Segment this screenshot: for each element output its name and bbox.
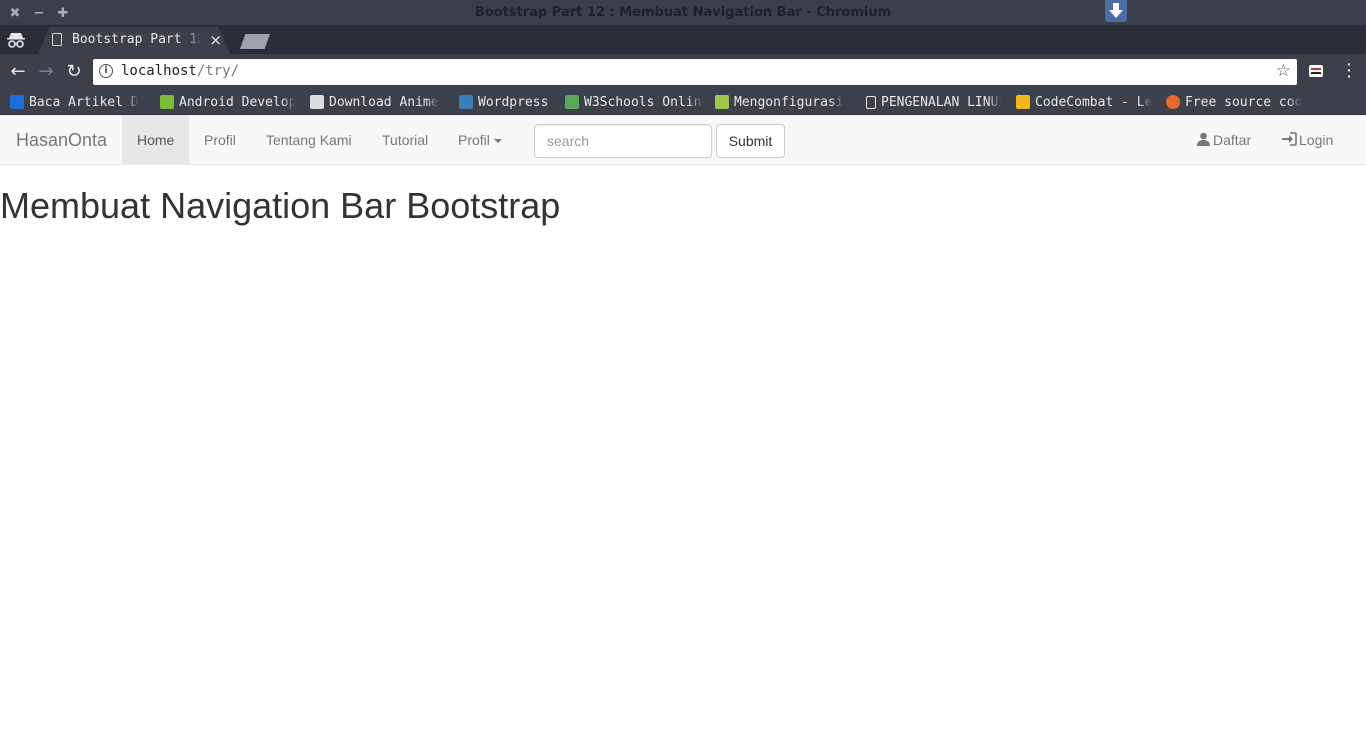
login-label: Login xyxy=(1299,132,1334,148)
bookmark-label: W3Schools Online xyxy=(584,94,703,110)
tab-title: Bootstrap Part 12 : Membuat Navigation B… xyxy=(72,32,202,47)
nav-item-profil-dropdown[interactable]: Profil xyxy=(443,115,517,165)
bookmark-item[interactable]: Wordpress xyxy=(459,92,555,112)
bookmark-wordpress-icon xyxy=(459,95,473,109)
bookmark-android-icon xyxy=(715,95,729,109)
bookmark-item[interactable]: W3Schools Online xyxy=(565,92,703,112)
nav-item-tutorial[interactable]: Tutorial xyxy=(367,115,443,165)
bookmark-tp-icon xyxy=(160,95,174,109)
download-icon[interactable] xyxy=(1105,0,1127,22)
bookmark-page-icon xyxy=(866,95,876,109)
caret-down-icon xyxy=(493,139,502,144)
bookmark-label: Download Anime xyxy=(329,94,439,110)
bookmarks-bar: Baca Artikel D Android Develop Download … xyxy=(0,90,1366,115)
bookmark-label: Wordpress xyxy=(478,94,549,110)
bookmark-mask-icon xyxy=(310,95,324,109)
nav-item-daftar[interactable]: Daftar xyxy=(1182,115,1266,165)
nav-item-home[interactable]: Home xyxy=(122,115,189,165)
bookmark-item[interactable]: CodeCombat - Learn xyxy=(1016,92,1152,112)
bookmark-item[interactable]: PENGENALAN LINUX xyxy=(866,92,1002,112)
bookmark-item[interactable]: Free source code xyxy=(1166,92,1302,112)
site-navbar: HasanOnta Home Profil Tentang Kami Tutor… xyxy=(0,115,1366,165)
page-favicon-icon xyxy=(52,33,62,46)
navbar-brand[interactable]: HasanOnta xyxy=(16,130,107,151)
search-input[interactable] xyxy=(534,124,712,158)
browser-toolbar: ← → ↻ i localhost/try/ ☆ ⋮ xyxy=(0,54,1366,90)
submit-button[interactable]: Submit xyxy=(716,124,785,158)
bookmark-label: Baca Artikel D xyxy=(29,94,139,110)
bookmark-label: Mengonfigurasi xyxy=(734,94,844,110)
extension-icon[interactable] xyxy=(1308,63,1324,79)
browser-tab-active[interactable]: Bootstrap Part 12 : Membuat Navigation B… xyxy=(38,27,230,54)
reload-button[interactable]: ↻ xyxy=(64,62,84,82)
url-text[interactable]: localhost/try/ xyxy=(121,63,239,79)
bookmark-label: Android Develop xyxy=(179,94,297,110)
forward-button[interactable]: → xyxy=(36,62,56,82)
login-icon xyxy=(1282,132,1297,146)
daftar-label: Daftar xyxy=(1213,132,1252,148)
bookmark-star-icon[interactable]: ☆ xyxy=(1276,61,1291,81)
window-titlebar: ✖ − ✚ Bootstrap Part 12 : Membuat Naviga… xyxy=(0,0,1366,25)
dropdown-label: Profil xyxy=(458,132,490,148)
bookmark-label: Free source code xyxy=(1185,94,1302,110)
url-path: /try/ xyxy=(196,63,240,79)
bookmark-item[interactable]: Download Anime xyxy=(310,92,444,112)
incognito-icon xyxy=(7,33,25,48)
bookmark-codecombat-icon xyxy=(1016,95,1030,109)
tab-strip: Bootstrap Part 12 : Membuat Navigation B… xyxy=(0,25,1366,54)
back-button[interactable]: ← xyxy=(8,62,28,82)
bookmark-free-icon xyxy=(1166,95,1180,109)
bookmark-label: CodeCombat - Learn xyxy=(1035,94,1152,110)
site-info-icon[interactable]: i xyxy=(99,64,113,78)
nav-item-profil[interactable]: Profil xyxy=(189,115,251,165)
bookmark-item[interactable]: Android Develop xyxy=(160,92,298,112)
url-host: localhost xyxy=(121,63,197,79)
bookmark-label: PENGENALAN LINUX xyxy=(881,94,1002,110)
window-title: Bootstrap Part 12 : Membuat Navigation B… xyxy=(474,5,892,20)
page-viewport: HasanOnta Home Profil Tentang Kami Tutor… xyxy=(0,115,1366,736)
bookmark-item[interactable]: Baca Artikel D xyxy=(10,92,146,112)
address-bar[interactable]: i localhost/try/ ☆ xyxy=(93,59,1297,85)
new-tab-button[interactable] xyxy=(240,34,270,49)
bookmark-ts-icon xyxy=(10,95,24,109)
bookmark-item[interactable]: Mengonfigurasi xyxy=(715,92,851,112)
tab-close-icon[interactable]: × xyxy=(209,31,222,49)
page-heading: Membuat Navigation Bar Bootstrap xyxy=(0,185,561,226)
bookmark-w3-icon xyxy=(565,95,579,109)
user-icon xyxy=(1197,132,1210,146)
nav-item-tentang-kami[interactable]: Tentang Kami xyxy=(251,115,367,165)
nav-item-login[interactable]: Login xyxy=(1267,115,1348,165)
browser-menu-icon[interactable]: ⋮ xyxy=(1340,61,1358,81)
